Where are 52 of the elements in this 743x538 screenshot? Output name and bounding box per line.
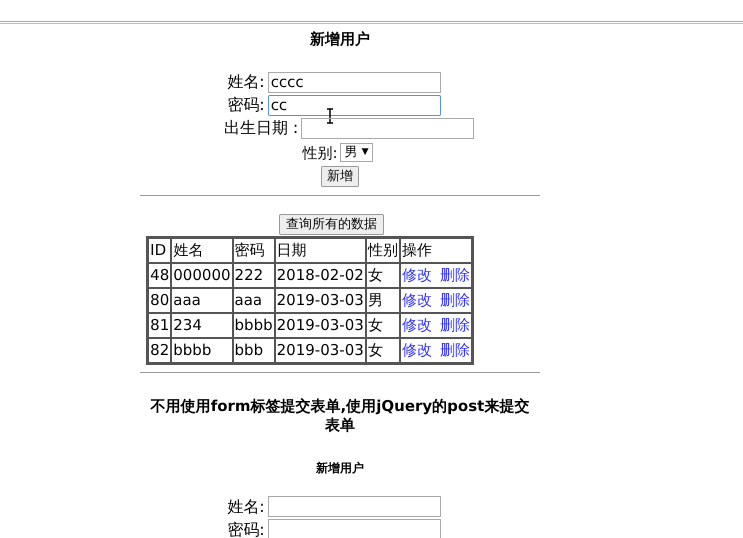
delete-link[interactable]: 删除 <box>440 316 470 334</box>
column-header: 日期 <box>274 238 366 263</box>
column-header: 操作 <box>400 238 472 263</box>
field-label: 密码: <box>227 94 265 116</box>
table-cell: bbbb <box>171 338 233 363</box>
table-cell: 80 <box>148 288 172 313</box>
form-title: 新增用户 <box>308 29 371 50</box>
field-label: 姓名: <box>227 71 265 93</box>
field-label: 出生日期 : <box>224 117 298 139</box>
table-cell: 2019-03-03 <box>274 288 366 313</box>
delete-link[interactable]: 删除 <box>440 341 470 360</box>
text-cursor-icon <box>326 108 334 124</box>
table-cell: 男 <box>366 288 400 313</box>
edit-link[interactable]: 修改 <box>402 291 432 310</box>
table-cell: 82 <box>148 338 172 363</box>
delete-link[interactable]: 删除 <box>440 291 470 310</box>
input-field[interactable] <box>268 519 441 538</box>
column-header: 姓名 <box>171 238 233 263</box>
input-field[interactable]: cc <box>268 94 441 116</box>
section-heading: 不用使用form标签提交表单,使用jQuery的post来提交表单 <box>150 397 530 435</box>
input-field[interactable] <box>268 496 441 518</box>
edit-link[interactable]: 修改 <box>402 266 432 284</box>
table-cell: 234 <box>171 313 233 338</box>
column-header: 密码 <box>232 238 275 263</box>
table-cell: 222 <box>232 263 275 288</box>
table-cell: 2018-02-02 <box>274 263 366 288</box>
table-cell: bbb <box>232 338 275 363</box>
column-header: ID <box>148 238 172 263</box>
query-all-button[interactable]: 查询所有的数据 <box>279 214 384 235</box>
form-title: 新增用户 <box>315 460 365 477</box>
edit-link[interactable]: 修改 <box>402 341 432 360</box>
gender-label: 性别: <box>302 142 338 164</box>
gender-select[interactable]: 男 ▼ <box>340 143 374 162</box>
table-cell: bbbb <box>232 313 275 338</box>
input-field[interactable]: cccc <box>268 72 441 93</box>
table-cell: aaa <box>232 288 275 313</box>
column-header: 性别 <box>366 238 400 263</box>
add-button[interactable]: 新增 <box>321 166 359 187</box>
delete-link[interactable]: 删除 <box>440 266 470 284</box>
table-cell: 2019-03-03 <box>274 338 366 363</box>
input-field[interactable] <box>301 118 474 139</box>
table-cell: 48 <box>148 263 172 288</box>
table-cell: 81 <box>148 313 172 338</box>
table-cell: 女 <box>366 313 400 338</box>
table-cell: aaa <box>171 288 233 313</box>
edit-link[interactable]: 修改 <box>402 316 432 334</box>
table-cell: 女 <box>366 263 400 288</box>
table-cell: 女 <box>366 338 400 363</box>
table-cell: 000000 <box>171 263 233 288</box>
field-label: 密码: <box>227 518 265 538</box>
table-cell: 2019-03-03 <box>274 313 366 338</box>
field-label: 姓名: <box>227 496 265 518</box>
